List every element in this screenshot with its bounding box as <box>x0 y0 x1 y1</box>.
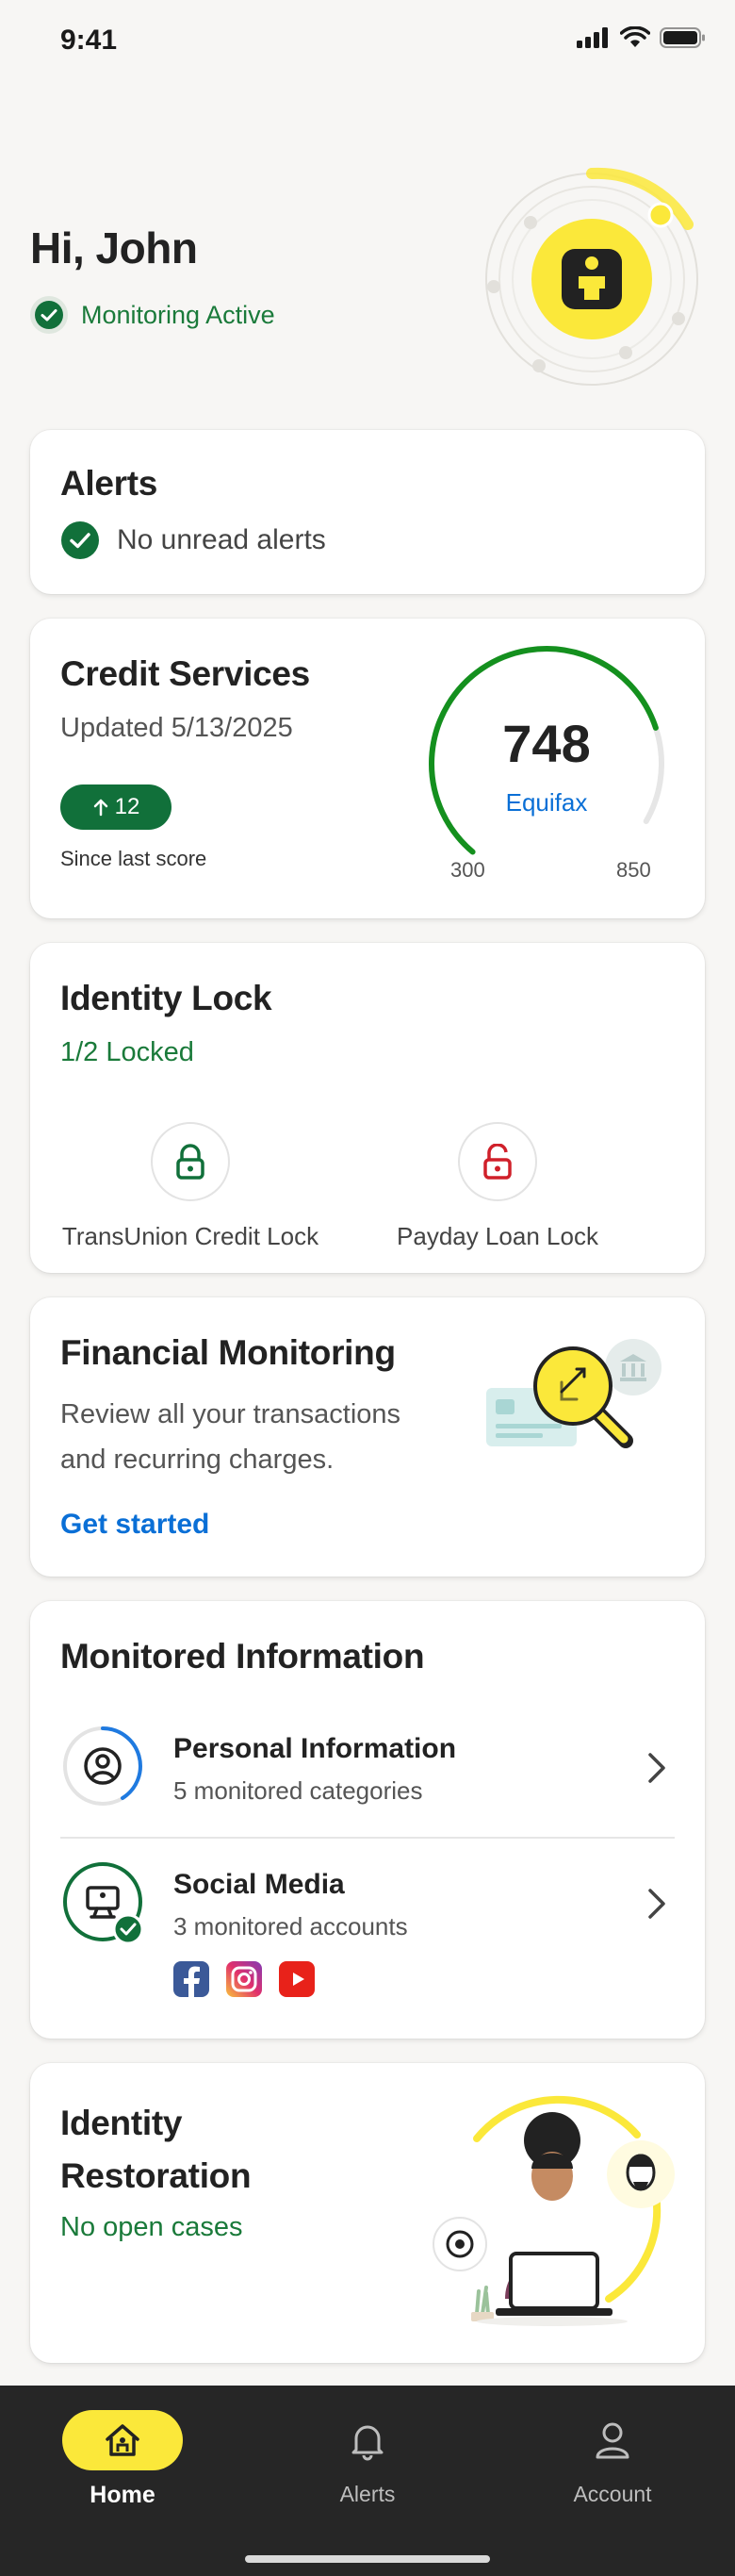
facebook-icon <box>173 1961 209 1997</box>
credit-services-card[interactable]: Credit Services Updated 5/13/2025 12 Sin… <box>30 619 705 918</box>
battery-icon <box>660 27 705 48</box>
financial-description-line: Review all your transactions <box>60 1399 401 1429</box>
alerts-status: No unread alerts <box>117 524 326 555</box>
nav-home-label: Home <box>90 2482 155 2508</box>
financial-description: Review all your transactions and recurri… <box>60 1392 400 1482</box>
magnifier-card-illustration-icon <box>486 1339 662 1448</box>
monitored-row-title: Personal Information <box>173 1733 457 1764</box>
check-circle-icon <box>30 296 68 334</box>
monitored-row-title: Social Media <box>173 1869 345 1900</box>
user-icon <box>537 2410 688 2470</box>
score-change-caption: Since last score <box>60 847 207 870</box>
instagram-icon <box>226 1961 262 1997</box>
lock-closed-icon <box>151 1122 230 1201</box>
lock-label: Payday Loan Lock <box>397 1222 598 1250</box>
bell-icon <box>292 2410 443 2470</box>
status-icons <box>577 26 707 49</box>
credit-score-value: 748 <box>502 714 591 773</box>
protection-orbit-icon <box>485 167 698 386</box>
financial-monitoring-title: Financial Monitoring <box>60 1333 396 1372</box>
identity-restoration-title: Identity Restoration <box>60 2097 252 2203</box>
identity-lock-title: Identity Lock <box>60 979 272 1017</box>
get-started-link[interactable]: Get started <box>60 1509 209 1541</box>
arrow-up-icon <box>93 799 107 817</box>
chevron-right-icon <box>648 1753 665 1783</box>
monitored-information-title: Monitored Information <box>60 1637 425 1676</box>
nav-account-label: Account <box>573 2482 652 2506</box>
greeting-title: Hi, John <box>30 223 198 272</box>
gauge-max-label: 850 <box>616 858 651 882</box>
status-bar: 9:41 <box>0 0 735 85</box>
monitored-row-social[interactable]: Social Media 3 monitored accounts <box>60 1841 675 2029</box>
alerts-title: Alerts <box>60 464 158 503</box>
monitored-row-subtitle: 3 monitored accounts <box>173 1912 408 1940</box>
lock-item-payday[interactable]: Payday Loan Lock <box>356 1122 639 1251</box>
lock-open-icon <box>458 1122 537 1201</box>
financial-monitoring-card[interactable]: Financial Monitoring Review all your tra… <box>30 1297 705 1577</box>
support-agent-illustration-icon <box>433 2095 675 2326</box>
monitored-row-subtitle: 5 monitored categories <box>173 1776 423 1805</box>
wifi-icon <box>620 26 650 47</box>
credit-bureau-link[interactable]: Equifax <box>471 788 622 817</box>
nav-alerts-label: Alerts <box>339 2482 396 2506</box>
lock-label: TransUnion Credit Lock <box>61 1222 319 1250</box>
identity-restoration-title-line: Restoration <box>60 2156 252 2195</box>
monitoring-label: Monitoring Active <box>81 300 275 329</box>
alerts-status-row: No unread alerts <box>60 520 326 560</box>
identity-lock-status: 1/2 Locked <box>60 1037 194 1067</box>
check-circle-icon <box>61 521 99 559</box>
identity-restoration-card[interactable]: Identity Restoration No open cases <box>30 2063 705 2363</box>
monitoring-status: Monitoring Active <box>30 296 275 334</box>
nav-home[interactable]: Home <box>47 2410 198 2509</box>
alerts-card[interactable]: Alerts No unread alerts <box>30 430 705 594</box>
identity-lock-card[interactable]: Identity Lock 1/2 Locked TransUnion Cred… <box>30 943 705 1273</box>
score-change-badge: 12 <box>60 784 172 830</box>
credit-services-title: Credit Services <box>60 654 310 693</box>
status-time: 9:41 <box>60 25 118 56</box>
gauge-min-label: 300 <box>450 858 485 882</box>
nav-account[interactable]: Account <box>537 2410 688 2507</box>
identity-restoration-title-line: Identity <box>60 2104 183 2142</box>
social-icons-row <box>173 1961 315 1997</box>
monitor-icon <box>63 1862 144 1945</box>
lock-item-transunion[interactable]: TransUnion Credit Lock <box>49 1122 332 1251</box>
person-icon <box>63 1726 142 1806</box>
identity-restoration-status: No open cases <box>60 2212 243 2242</box>
monitored-information-card: Monitored Information Personal Informati… <box>30 1601 705 2039</box>
chevron-right-icon <box>648 1889 665 1919</box>
monitored-row-personal[interactable]: Personal Information 5 monitored categor… <box>60 1705 675 1827</box>
youtube-icon <box>279 1961 315 1997</box>
nav-alerts[interactable]: Alerts <box>292 2410 443 2507</box>
home-indicator <box>245 2555 490 2563</box>
bottom-nav: Home Alerts Account <box>0 2386 735 2576</box>
financial-description-line: and recurring charges. <box>60 1445 335 1475</box>
score-change-value: 12 <box>114 794 140 819</box>
credit-updated-date: Updated 5/13/2025 <box>60 713 293 743</box>
cellular-signal-icon <box>577 27 608 48</box>
home-icon <box>62 2410 183 2470</box>
row-divider <box>60 1837 675 1839</box>
